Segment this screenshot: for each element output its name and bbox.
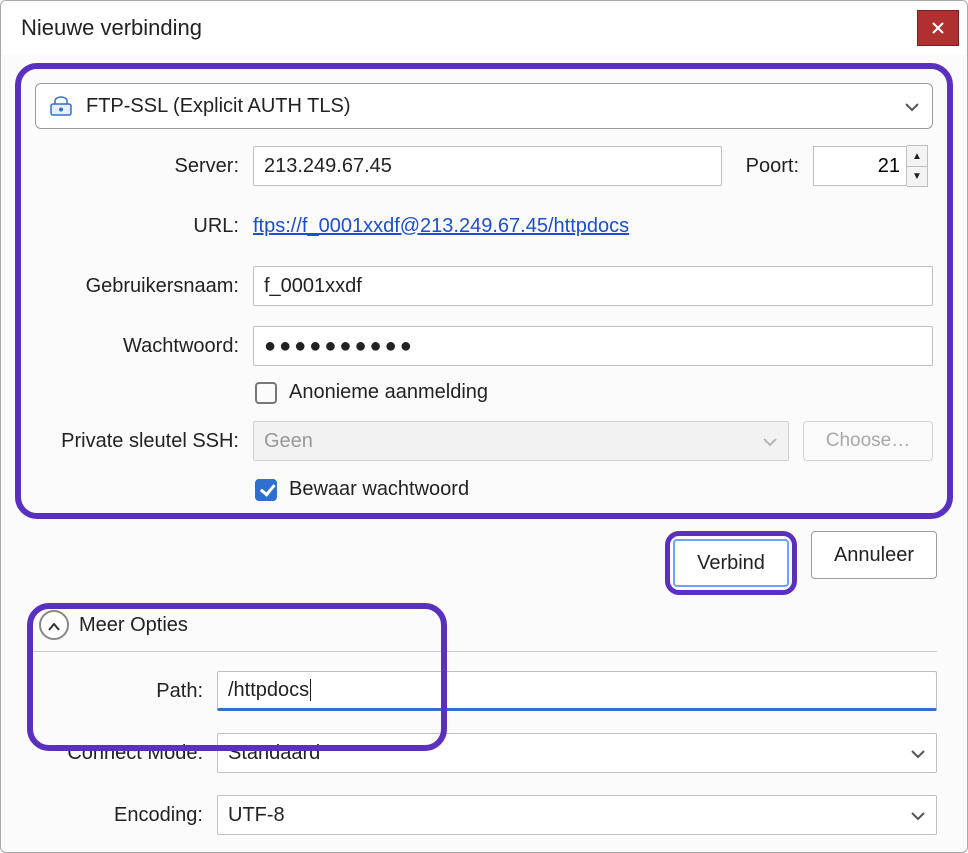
path-label: Path:	[31, 680, 203, 703]
connect-button[interactable]: Verbind	[673, 539, 789, 587]
connection-settings-group: FTP-SSL (Explicit AUTH TLS) Server: Poor…	[15, 63, 953, 519]
cancel-button[interactable]: Annuleer	[811, 531, 937, 579]
server-label: Server:	[35, 155, 239, 178]
url-label: URL:	[35, 215, 239, 238]
chevron-down-icon	[904, 96, 920, 117]
close-icon	[932, 18, 944, 39]
collapse-more-options-button[interactable]	[39, 610, 69, 640]
ftp-ssl-icon	[48, 95, 74, 117]
connect-mode-select[interactable]: Standaard	[217, 733, 937, 773]
encoding-select[interactable]: UTF-8	[217, 795, 937, 835]
anon-login-label: Anonieme aanmelding	[289, 381, 488, 404]
save-password-label: Bewaar wachtwoord	[289, 478, 469, 501]
connect-mode-label: Connect Mode:	[31, 742, 203, 765]
chevron-down-icon	[910, 742, 926, 765]
protocol-selected-label: FTP-SSL (Explicit AUTH TLS)	[86, 95, 892, 118]
save-password-checkbox[interactable]	[255, 479, 277, 501]
username-input[interactable]	[253, 266, 933, 306]
ssh-key-select: Geen	[253, 421, 789, 461]
port-label: Poort:	[746, 155, 799, 178]
password-input[interactable]: ●●●●●●●●●●	[253, 326, 933, 366]
password-label: Wachtwoord:	[35, 335, 239, 358]
close-button[interactable]	[917, 10, 959, 46]
more-options-header: Meer Opties	[79, 614, 188, 637]
chevron-down-icon	[910, 804, 926, 827]
port-step-down[interactable]: ▼	[907, 166, 927, 186]
connect-button-highlight: Verbind	[665, 531, 797, 595]
port-input[interactable]	[813, 146, 907, 186]
ssh-key-label: Private sleutel SSH:	[35, 430, 239, 453]
anon-login-checkbox[interactable]	[255, 382, 277, 404]
port-stepper[interactable]: ▲ ▼	[813, 145, 933, 187]
window-title: Nieuwe verbinding	[21, 15, 202, 41]
titlebar: Nieuwe verbinding	[1, 1, 967, 55]
username-label: Gebruikersnaam:	[35, 275, 239, 298]
protocol-select[interactable]: FTP-SSL (Explicit AUTH TLS)	[35, 83, 933, 129]
chevron-down-icon	[762, 430, 778, 453]
chevron-up-icon	[48, 614, 60, 637]
choose-key-button: Choose…	[803, 421, 933, 461]
url-link[interactable]: ftps://f_0001xxdf@213.249.67.45/httpdocs	[253, 215, 629, 238]
server-input[interactable]	[253, 146, 722, 186]
new-connection-dialog: Nieuwe verbinding FTP-SSL (Explicit AUTH…	[0, 0, 968, 853]
encoding-label: Encoding:	[31, 804, 203, 827]
divider	[31, 651, 937, 652]
path-input[interactable]: /httpdocs	[217, 671, 937, 711]
port-step-up[interactable]: ▲	[907, 146, 927, 166]
